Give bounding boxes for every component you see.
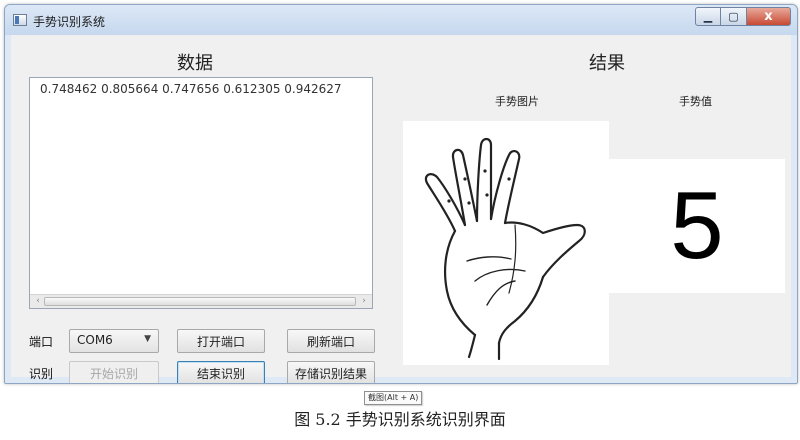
window-title: 手势识别系统 <box>33 15 106 29</box>
data-title: 数据 <box>177 53 213 74</box>
minimize-button[interactable]: ▁ <box>695 7 721 26</box>
port-select[interactable]: COM6 ▼ <box>69 329 159 353</box>
app-window: 手势识别系统 ▁ ▢ x 数据 0.748462 0.805664 0.7476… <box>4 4 798 384</box>
result-title: 结果 <box>589 53 625 74</box>
horizontal-scrollbar[interactable]: ‹ › <box>30 294 372 308</box>
save-result-button[interactable]: 存储识别结果 <box>287 361 375 383</box>
port-select-value: COM6 <box>77 333 113 347</box>
refresh-port-button[interactable]: 刷新端口 <box>287 329 375 353</box>
gesture-value-display: 5 <box>609 159 785 293</box>
figure-caption: 图 5.2 手势识别系统识别界面 <box>294 410 506 429</box>
scrollbar-thumb[interactable] <box>44 297 356 306</box>
gesture-value-header: 手势值 <box>679 95 712 108</box>
scroll-right-icon[interactable]: › <box>358 296 370 307</box>
screenshot-tooltip: 截图(Alt + A) <box>364 391 423 405</box>
gesture-value: 5 <box>670 172 724 279</box>
maximize-icon: ▢ <box>728 10 739 23</box>
end-recognize-button[interactable]: 结束识别 <box>177 361 265 383</box>
scroll-left-icon[interactable]: ‹ <box>32 296 44 307</box>
close-icon: x <box>764 9 773 24</box>
data-textarea[interactable]: 0.748462 0.805664 0.747656 0.612305 0.94… <box>29 77 373 309</box>
recognize-label: 识别 <box>29 367 54 381</box>
caption-buttons: ▁ ▢ x <box>695 7 791 27</box>
open-hand-icon <box>424 137 586 361</box>
gesture-image-header: 手势图片 <box>495 95 539 108</box>
close-button[interactable]: x <box>747 7 791 26</box>
chevron-down-icon: ▼ <box>144 334 151 344</box>
start-recognize-button: 开始识别 <box>69 361 159 383</box>
client-area: 数据 0.748462 0.805664 0.747656 0.612305 0… <box>11 35 791 383</box>
minimize-icon: ▁ <box>703 10 713 23</box>
data-values: 0.748462 0.805664 0.747656 0.612305 0.94… <box>40 82 342 96</box>
page: 手势识别系统 ▁ ▢ x 数据 0.748462 0.805664 0.7476… <box>0 0 800 440</box>
maximize-button[interactable]: ▢ <box>721 7 747 26</box>
port-label: 端口 <box>29 335 54 349</box>
open-port-button[interactable]: 打开端口 <box>177 329 265 353</box>
title-bar[interactable]: 手势识别系统 ▁ ▢ x <box>5 5 797 35</box>
gesture-image <box>403 121 609 365</box>
app-icon <box>13 14 27 26</box>
